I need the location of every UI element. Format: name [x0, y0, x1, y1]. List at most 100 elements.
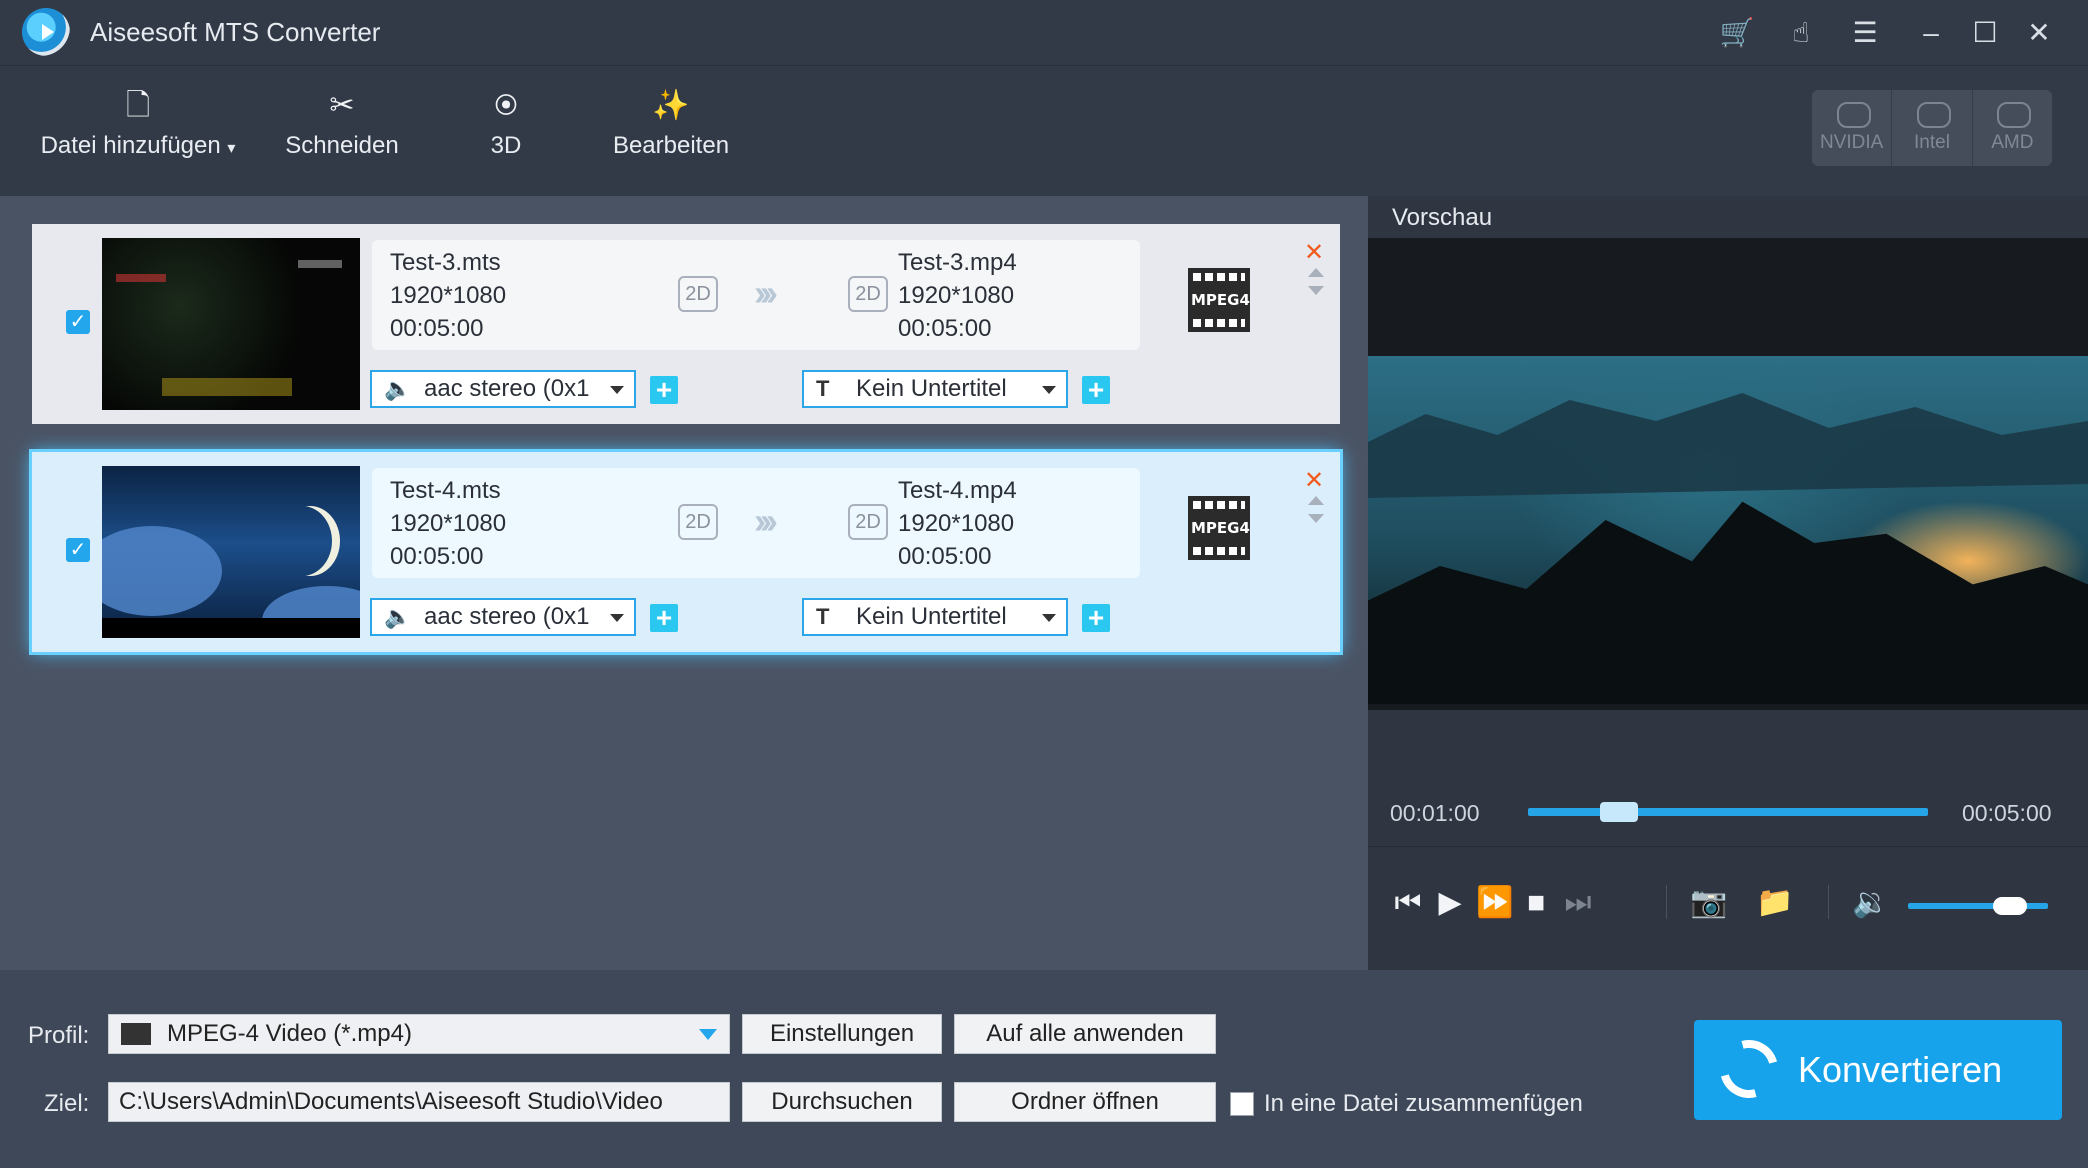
video-thumbnail	[102, 238, 360, 410]
cut-button[interactable]: ✂ Schneiden	[282, 86, 402, 160]
output-filename: Test-3.mp4	[898, 249, 1017, 276]
seek-bar[interactable]	[1528, 802, 1928, 822]
source-duration: 00:05:00	[390, 315, 484, 342]
scissors-icon: ✂	[329, 89, 355, 122]
speaker-icon: 🔈	[384, 604, 412, 629]
browse-button[interactable]: Durchsuchen	[742, 1082, 942, 1122]
gpu-nvidia: NVIDIA	[1812, 90, 1893, 166]
apply-all-button[interactable]: Auf alle anwenden	[954, 1014, 1216, 1054]
convert-button[interactable]: Konvertieren	[1694, 1020, 2062, 1120]
audio-track-value: aac stereo (0x1	[424, 375, 590, 402]
destination-label: Ziel:	[44, 1090, 90, 1117]
app-title: Aiseesoft MTS Converter	[90, 17, 381, 47]
output-settings-bar: Profil: MPEG-4 Video (*.mp4) Einstellung…	[0, 970, 2088, 1168]
folder-icon[interactable]: 📁	[1756, 885, 1793, 921]
source-2d-badge: 2D	[678, 504, 718, 540]
video-thumbnail	[102, 466, 360, 638]
add-audio-button[interactable]: +	[650, 376, 678, 404]
convert-label: Konvertieren	[1798, 1049, 2003, 1090]
chevron-down-icon	[610, 386, 624, 394]
destination-input[interactable]: C:\Users\Admin\Documents\Aiseesoft Studi…	[108, 1082, 730, 1122]
merge-checkbox[interactable]	[1230, 1092, 1254, 1116]
seek-handle[interactable]	[1600, 802, 1638, 822]
source-filename: Test-4.mts	[390, 477, 501, 504]
audio-track-select[interactable]: 🔈 aac stereo (0x1	[370, 598, 636, 636]
convert-arrows-icon: ›››	[754, 500, 778, 541]
volume-icon[interactable]: 🔉	[1852, 885, 1889, 921]
stop-icon[interactable]: ■	[1518, 885, 1554, 921]
edit-label: Bearbeiten	[612, 132, 730, 159]
add-subtitle-button[interactable]: +	[1082, 376, 1110, 404]
gpu-intel: Intel	[1892, 90, 1973, 166]
skip-back-icon[interactable]: ⏮	[1390, 885, 1426, 921]
add-file-button[interactable]: 🗋 Datei hinzufügen ▾	[28, 86, 248, 160]
refresh-icon	[1709, 1029, 1789, 1109]
toolbar: 🗋 Datei hinzufügen ▾ ✂ Schneiden ⦿ 3D ✨ …	[0, 66, 2088, 196]
gpu-acceleration-panel: NVIDIA Intel AMD	[1812, 90, 2052, 166]
3d-icon: ⦿	[494, 93, 517, 118]
open-folder-button[interactable]: Ordner öffnen	[954, 1082, 1216, 1122]
subtitle-value: Kein Untertitel	[856, 375, 1007, 402]
source-resolution: 1920*1080	[390, 282, 507, 309]
volume-handle[interactable]	[1993, 897, 2027, 915]
playback-controls: ⏮ ▶ ⏩ ■ ⏭ 📷 📁 🔉	[1368, 846, 2088, 970]
subtitle-select[interactable]: T Kein Untertitel	[802, 598, 1068, 636]
maximize-icon[interactable]: ☐	[1966, 14, 2004, 52]
feedback-icon[interactable]: ☰	[1846, 14, 1884, 52]
fast-forward-icon[interactable]: ⏩	[1476, 885, 1513, 921]
close-icon[interactable]: ✕	[2020, 14, 2058, 52]
source-duration: 00:05:00	[390, 543, 484, 570]
move-up-icon[interactable]	[1308, 496, 1324, 505]
file-info-panel: Test-3.mts 1920*1080 00:05:00 2D ››› 2D …	[372, 240, 1140, 350]
audio-track-value: aac stereo (0x1	[424, 603, 590, 630]
speaker-icon: 🔈	[384, 376, 412, 401]
add-file-label: Datei hinzufügen	[40, 132, 221, 159]
play-icon[interactable]: ▶	[1432, 885, 1468, 921]
file-checkbox[interactable]: ✓	[66, 310, 90, 334]
subtitle-select[interactable]: T Kein Untertitel	[802, 370, 1068, 408]
file-list: ✓ Test-3.mts 1920*1080 00:05:00 2D ››› 2…	[0, 196, 1368, 970]
total-time: 00:05:00	[1962, 800, 2052, 826]
audio-track-select[interactable]: 🔈 aac stereo (0x1	[370, 370, 636, 408]
move-down-icon[interactable]	[1308, 514, 1324, 523]
settings-button[interactable]: Einstellungen	[742, 1014, 942, 1054]
preview-frame	[1368, 356, 2088, 704]
3d-button[interactable]: ⦿ 3D	[476, 86, 536, 160]
mpeg-format-icon	[121, 1023, 151, 1045]
edit-button[interactable]: ✨ Bearbeiten	[606, 86, 736, 160]
file-checkbox[interactable]: ✓	[66, 538, 90, 562]
move-down-icon[interactable]	[1308, 286, 1324, 295]
chevron-down-icon	[610, 614, 624, 622]
merge-label: In eine Datei zusammenfügen	[1264, 1090, 1583, 1117]
add-audio-button[interactable]: +	[650, 604, 678, 632]
profile-select[interactable]: MPEG-4 Video (*.mp4)	[108, 1014, 730, 1054]
output-filename: Test-4.mp4	[898, 477, 1017, 504]
preview-panel: Vorschau 00:01:00 00:05:00 ⏮ ▶ ⏩ ■ ⏭ 📷 📁…	[1368, 196, 2088, 970]
chevron-down-icon	[1042, 386, 1056, 394]
output-duration: 00:05:00	[898, 543, 992, 570]
camera-icon[interactable]: 📷	[1690, 885, 1727, 921]
cart-icon[interactable]: 🛒	[1718, 14, 1756, 52]
output-2d-badge: 2D	[848, 504, 888, 540]
file-item[interactable]: ✓ Test-4.mts 1920*1080 00:05:00 2D ››› 2…	[32, 452, 1340, 652]
touch-icon[interactable]: ☝	[1782, 14, 1820, 52]
video-preview[interactable]	[1368, 238, 2088, 710]
mpeg4-format-icon[interactable]: MPEG4	[1188, 496, 1250, 560]
file-info-panel: Test-4.mts 1920*1080 00:05:00 2D ››› 2D …	[372, 468, 1140, 578]
source-2d-badge: 2D	[678, 276, 718, 312]
move-up-icon[interactable]	[1308, 268, 1324, 277]
delete-icon[interactable]: ✕	[1304, 466, 1324, 495]
output-resolution: 1920*1080	[898, 510, 1015, 537]
gpu-amd: AMD	[1973, 90, 2052, 166]
delete-icon[interactable]: ✕	[1304, 238, 1324, 267]
current-time: 00:01:00	[1390, 800, 1480, 826]
file-item[interactable]: ✓ Test-3.mts 1920*1080 00:05:00 2D ››› 2…	[32, 224, 1340, 424]
chevron-down-icon[interactable]: ▾	[227, 140, 235, 157]
skip-end-icon[interactable]: ⏭	[1560, 885, 1596, 921]
title-bar: Aiseesoft MTS Converter 🛒 ☝ ☰ – ☐ ✕	[0, 0, 2088, 66]
convert-arrows-icon: ›››	[754, 272, 778, 313]
mpeg4-format-icon[interactable]: MPEG4	[1188, 268, 1250, 332]
volume-slider[interactable]	[1908, 897, 2048, 915]
add-subtitle-button[interactable]: +	[1082, 604, 1110, 632]
minimize-icon[interactable]: –	[1912, 14, 1950, 52]
